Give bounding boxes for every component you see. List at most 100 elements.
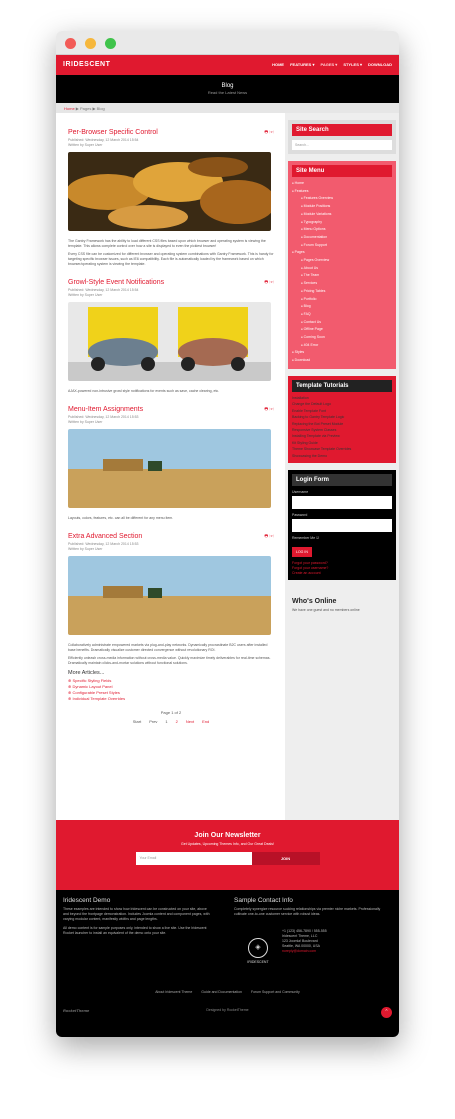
footer-link[interactable]: Forum Support and Community (251, 990, 300, 994)
breadcrumb-separator-icon: ▶ (75, 106, 79, 111)
whos-online-text: We have one guest and no members online (292, 607, 360, 612)
scroll-top-icon[interactable]: ⌃ (381, 1007, 392, 1018)
maximize-window-button[interactable] (105, 38, 116, 49)
password-input[interactable] (292, 518, 392, 532)
sidebar-menu-item[interactable]: Styles (292, 349, 392, 357)
sidebar-menu-item[interactable]: Pages (292, 249, 392, 257)
search-input[interactable]: Search... (292, 140, 392, 150)
more-articles: More Articles... Specific Styling Fields… (68, 670, 274, 702)
newsletter-subtitle: Get Updates, Upcoming Themes Info, and O… (181, 842, 274, 846)
pager-start[interactable]: Start (133, 719, 141, 724)
blog-post: 🖶 ✉ Growl-Style Event Notifications Publ… (68, 279, 274, 394)
create-account-link[interactable]: Create an account (292, 571, 392, 576)
autumn-leaves-image (66, 152, 276, 231)
pager-page-2[interactable]: 2 (176, 719, 178, 724)
menu-home[interactable]: HOME (272, 62, 284, 67)
tutorial-link[interactable]: Showcasing the Demo (292, 453, 392, 459)
print-email-icons[interactable]: 🖶 ✉ (264, 129, 274, 136)
sidebar-menu-item[interactable]: Blog (292, 303, 392, 311)
footer-demo-text: These examples are intended to show how … (63, 907, 210, 921)
sidebar-menu-item[interactable]: Module Variations (292, 211, 392, 219)
sidebar-menu-item[interactable]: The Team (292, 272, 392, 280)
username-label: Username (292, 489, 309, 494)
blog-post: 🖶 ✉ Menu-Item Assignments Published: Wed… (68, 406, 274, 521)
sidebar-menu-item[interactable]: Offline Page (292, 326, 392, 334)
footer-logo: ◈ IRIDESCENT (240, 938, 276, 964)
sidebar-menu-item[interactable]: Module Positions (292, 203, 392, 211)
newsletter-join-button[interactable]: JOIN (251, 852, 320, 865)
password-label: Password (292, 512, 308, 517)
footer-demo: Iridescent Demo These examples are inten… (63, 897, 213, 936)
more-article-link[interactable]: Individual Template Overrides (68, 696, 274, 702)
login-title: Login Form (292, 473, 392, 486)
print-email-icons[interactable]: 🖶 ✉ (264, 406, 274, 413)
breadcrumb-pages[interactable]: Pages (80, 106, 91, 111)
whos-online-box: Who's Online We have one guest and no me… (288, 594, 396, 616)
pager-prev[interactable]: Prev (149, 719, 157, 724)
contact-email-link[interactable]: noreply@domain.com (282, 949, 392, 954)
top-navigation: IRIDESCENT HOME FEATURES ▾ PAGES ▾ STYLE… (56, 55, 399, 75)
tutorials-list: Installation Change the Default Logo Enabl… (292, 395, 392, 459)
sidebar-menu-item[interactable]: Services (292, 280, 392, 288)
print-email-icons[interactable]: 🖶 ✉ (264, 533, 274, 540)
blog-posts: 🖶 ✉ Per-Browser Specific Control Publish… (66, 129, 276, 724)
sidebar-menu-item[interactable]: Coming Soon (292, 334, 392, 342)
post-author: Written by Super User (68, 293, 103, 297)
sidebar-menu-item[interactable]: Pricing Tables (292, 288, 392, 296)
remember-me-checkbox[interactable]: Remember Me ☑ (292, 536, 392, 540)
whos-online-title: Who's Online (292, 597, 337, 605)
sidebar-menu-item[interactable]: Forum Support (292, 242, 392, 250)
pager-end[interactable]: End (202, 719, 209, 724)
sidebar-menu-item[interactable]: About Us (292, 265, 392, 273)
page-counter: Page 1 of 2 (160, 710, 182, 715)
sidebar-menu-item[interactable]: Features (292, 188, 392, 196)
post-text: Efficiently unleash cross-media informat… (68, 656, 271, 665)
sidebar-menu-item[interactable]: Portfolio (292, 296, 392, 304)
minimize-window-button[interactable] (85, 38, 96, 49)
menu-styles[interactable]: STYLES ▾ (343, 62, 362, 67)
pager-next[interactable]: Next (186, 719, 194, 724)
site-search-title: Site Search (292, 124, 392, 136)
content-area: 🖶 ✉ Per-Browser Specific Control Publish… (56, 113, 399, 820)
post-title[interactable]: Menu-Item Assignments (68, 406, 274, 413)
close-window-button[interactable] (65, 38, 76, 49)
breadcrumb-home[interactable]: Home (64, 106, 75, 111)
footer-link[interactable]: About Iridescent Theme (155, 990, 192, 994)
menu-download[interactable]: DOWNLOAD (368, 62, 392, 67)
more-articles-title: More Articles... (68, 670, 105, 676)
breadcrumb-current: Blog (96, 106, 105, 111)
rockettheme-logo[interactable]: RocketTheme (63, 1008, 89, 1013)
blog-post: 🖶 ✉ Extra Advanced Section Published: We… (68, 533, 274, 666)
sidebar-menu-item[interactable]: Menu Options (292, 226, 392, 234)
sidebar-menu-item[interactable]: Typography (292, 219, 392, 227)
menu-features[interactable]: FEATURES ▾ (290, 62, 314, 67)
newsletter-email-input[interactable]: Your Email (135, 852, 252, 865)
post-title[interactable]: Growl-Style Event Notifications (68, 279, 274, 286)
post-title[interactable]: Per-Browser Specific Control (68, 129, 274, 136)
main-menu: HOME FEATURES ▾ PAGES ▾ STYLES ▾ DOWNLOA… (272, 62, 392, 67)
page-header: Blog Read the Latest News (56, 75, 399, 103)
blog-post: 🖶 ✉ Per-Browser Specific Control Publish… (66, 129, 276, 267)
sidebar-menu-item[interactable]: Pages Overview (292, 257, 392, 265)
sidebar-menu-item[interactable]: Features Overview (292, 195, 392, 203)
pager-page-1[interactable]: 1 (165, 719, 167, 724)
site-logo[interactable]: IRIDESCENT (63, 61, 110, 68)
footer-credit: Designed by RocketTheme (206, 1008, 249, 1012)
breadcrumb: Home ▶ Pages ▶ Blog (56, 103, 399, 113)
sidebar-menu-item[interactable]: FAQ (292, 311, 392, 319)
tutorials-title: Template Tutorials (292, 379, 392, 392)
sidebar-menu-item[interactable]: 404 Error (292, 342, 392, 350)
hay-field-image (68, 556, 271, 635)
sidebar-menu-item[interactable]: Download (292, 357, 392, 365)
footer-contact-text: Completely synergize resource sucking re… (234, 907, 381, 916)
post-title[interactable]: Extra Advanced Section (68, 533, 274, 540)
page-title: Blog (221, 83, 234, 89)
print-email-icons[interactable]: 🖶 ✉ (264, 279, 274, 286)
sidebar-menu-item[interactable]: Contact Us (292, 319, 392, 327)
sidebar-menu-item[interactable]: Home (292, 180, 392, 188)
sidebar-menu-item[interactable]: Documentation (292, 234, 392, 242)
footer-link[interactable]: Guide and Documentation (201, 990, 242, 994)
menu-pages[interactable]: PAGES ▾ (320, 62, 337, 67)
username-input[interactable] (292, 495, 392, 509)
login-button[interactable]: LOG IN (292, 546, 312, 557)
